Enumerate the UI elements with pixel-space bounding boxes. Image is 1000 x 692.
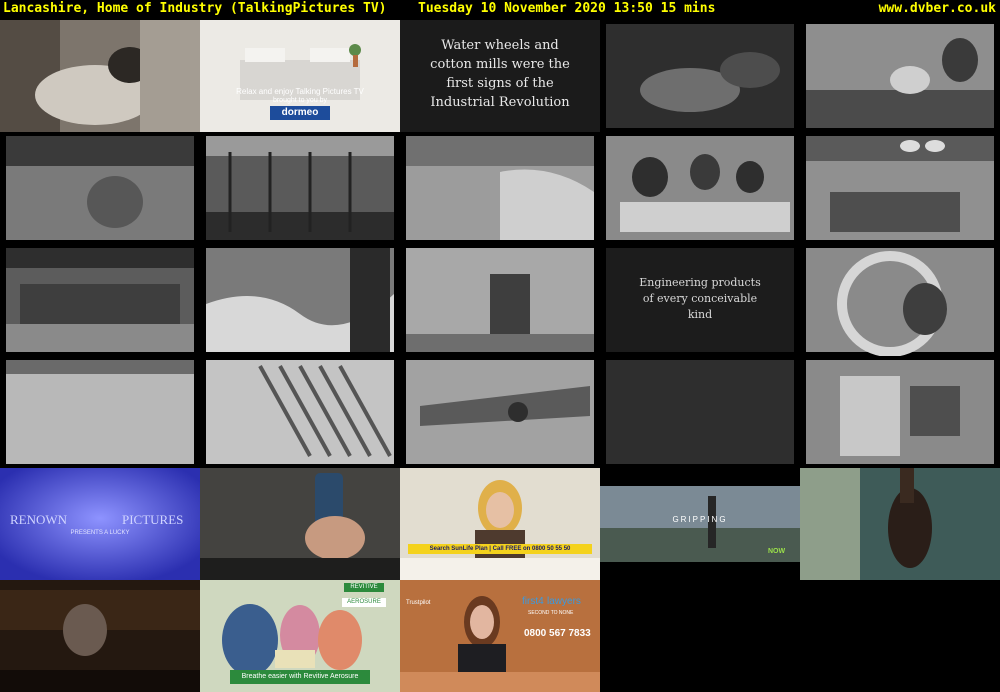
thumbnail-8[interactable]	[400, 132, 600, 244]
thumbnail-7-image	[206, 136, 394, 240]
trustpilot-badge: Trustpilot	[406, 600, 431, 606]
thumbnail-2-dormeo-ad[interactable]: Relax and enjoy Talking Pictures TV brou…	[200, 20, 400, 132]
header-bar: Lancashire, Home of Industry (TalkingPic…	[0, 0, 1000, 20]
thumbnail-10[interactable]	[800, 132, 1000, 244]
thumbnail-1[interactable]	[0, 20, 200, 132]
first4lawyers-logo-b: lawyers	[547, 596, 581, 607]
thumbnail-18-image	[406, 360, 594, 464]
water-wheels-line-3: first signs of the	[446, 76, 554, 91]
thumbnail-12-image	[206, 248, 394, 352]
water-wheels-line-4: Industrial Revolution	[430, 95, 570, 110]
dormeo-logo: dormeo	[270, 106, 330, 120]
thumbnail-23-sunlife-ad[interactable]: Search SunLife Plan | Call FREE on 0800 …	[400, 468, 600, 580]
thumbnail-16-image	[6, 360, 194, 464]
thumbnail-7[interactable]	[200, 132, 400, 244]
thumbnail-3-title-card[interactable]: Water wheels and cotton mills were the f…	[400, 20, 600, 132]
site-link[interactable]: www.dvber.co.uk	[879, 0, 996, 18]
thumbnail-23-image	[400, 468, 600, 580]
thumbnail-26-image	[0, 580, 200, 692]
engineering-line-3: kind	[687, 308, 713, 321]
thumbnail-24-gripping-ad[interactable]: GRIPPING NOW	[600, 468, 800, 580]
thumbnail-24-image	[600, 486, 800, 562]
thumbnail-17-image	[206, 360, 394, 464]
thumbnail-6-image	[6, 136, 194, 240]
thumbnail-4-image	[606, 24, 794, 128]
thumbnail-20-image	[806, 360, 994, 464]
programme-title: Lancashire, Home of Industry (TalkingPic…	[3, 1, 387, 16]
revitive-product: AEROSURE	[342, 598, 386, 607]
thumbnail-21-renown-pictures[interactable]: RENOWN PICTURES PRESENTS A LUCKY	[0, 468, 200, 580]
thumbnail-13-image	[406, 248, 594, 352]
airtime-text: Tuesday 10 November 2020 13:50 15 mins	[418, 1, 716, 16]
first4lawyers-logo-a: first4	[522, 596, 544, 607]
thumbnail-28-first4lawyers-ad[interactable]: Trustpilot first4 lawyers SECOND TO NONE…	[400, 580, 600, 692]
thumbnail-10-image	[806, 136, 994, 240]
thumbnail-22-image	[200, 468, 400, 580]
thumbnail-14-title-card[interactable]: Engineering products of every conceivabl…	[600, 244, 800, 356]
engineering-line-2: of every conceivable	[642, 292, 758, 305]
water-wheels-line-1: Water wheels and	[441, 38, 559, 53]
thumbnail-15-image	[806, 248, 994, 356]
thumbnail-9-image	[606, 136, 794, 240]
renown-subtitle: PRESENTS A LUCKY	[70, 530, 130, 536]
water-wheels-line-2: cotton mills were the	[430, 57, 570, 72]
thumbnail-27-revitive-ad[interactable]: REVITIVE AEROSURE Breathe easier with Re…	[200, 580, 400, 692]
renown-word-left: RENOWN	[10, 512, 68, 527]
thumbnail-9[interactable]	[600, 132, 800, 244]
thumbnail-12[interactable]	[200, 244, 400, 356]
thumbnail-25[interactable]	[800, 468, 1000, 580]
revitive-logo: REVITIVE	[344, 583, 384, 592]
thumbnail-11[interactable]	[0, 244, 200, 356]
revitive-banner: Breathe easier with Revitive Aerosure	[230, 670, 370, 684]
thumbnail-11-image	[6, 248, 194, 352]
thumbnail-4[interactable]	[600, 20, 800, 132]
thumbnail-18[interactable]	[400, 356, 600, 468]
dormeo-line-2: brought to you by	[272, 97, 328, 104]
sunlife-search-banner: Search SunLife Plan | Call FREE on 0800 …	[408, 544, 592, 554]
thumbnail-19-image	[606, 360, 794, 464]
thumbnail-6[interactable]	[0, 132, 200, 244]
thumbnail-22-phone-ad[interactable]	[200, 468, 400, 580]
thumbnail-25-image	[800, 468, 1000, 580]
nowtv-logo: NOW	[768, 548, 786, 555]
thumbnail-20[interactable]	[800, 356, 1000, 468]
thumbnail-13[interactable]	[400, 244, 600, 356]
renown-word-right: PICTURES	[122, 512, 184, 527]
thumbnail-19[interactable]	[600, 356, 800, 468]
thumbnail-16[interactable]	[0, 356, 200, 468]
thumbnail-8-image	[406, 136, 594, 240]
thumbnail-17[interactable]	[200, 356, 400, 468]
thumbnail-26[interactable]	[0, 580, 200, 692]
first4lawyers-phone: 0800 567 7833	[524, 628, 591, 639]
thumbnail-1-image	[0, 20, 200, 132]
engineering-line-1: Engineering products	[639, 276, 761, 289]
first4lawyers-tagline: SECOND TO NONE	[528, 610, 574, 616]
thumbnail-5-image	[806, 24, 994, 128]
dormeo-line-1: Relax and enjoy Talking Pictures TV	[236, 87, 364, 96]
thumbnail-5[interactable]	[800, 20, 1000, 132]
gripping-title: GRIPPING	[672, 515, 728, 524]
thumbnail-15[interactable]	[800, 244, 1000, 356]
